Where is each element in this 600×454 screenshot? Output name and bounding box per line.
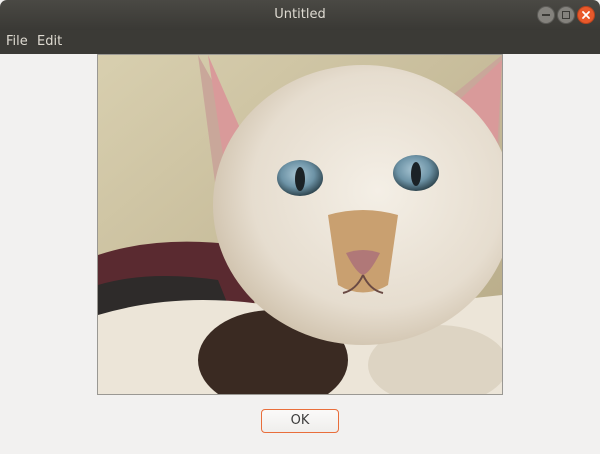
close-button[interactable]	[577, 6, 595, 24]
title-bar: Untitled	[0, 0, 600, 30]
menu-edit[interactable]: Edit	[37, 34, 62, 49]
maximize-button[interactable]	[557, 6, 575, 24]
minimize-button[interactable]	[537, 6, 555, 24]
close-icon	[582, 11, 590, 19]
menu-file[interactable]: File	[6, 34, 28, 49]
ok-button[interactable]: OK	[261, 409, 339, 433]
menu-bar: File Edit	[0, 30, 600, 54]
minimize-icon	[542, 14, 550, 16]
cat-photo	[98, 55, 502, 394]
cat-image	[97, 54, 503, 395]
window-title: Untitled	[274, 7, 326, 22]
maximize-icon	[562, 11, 570, 19]
